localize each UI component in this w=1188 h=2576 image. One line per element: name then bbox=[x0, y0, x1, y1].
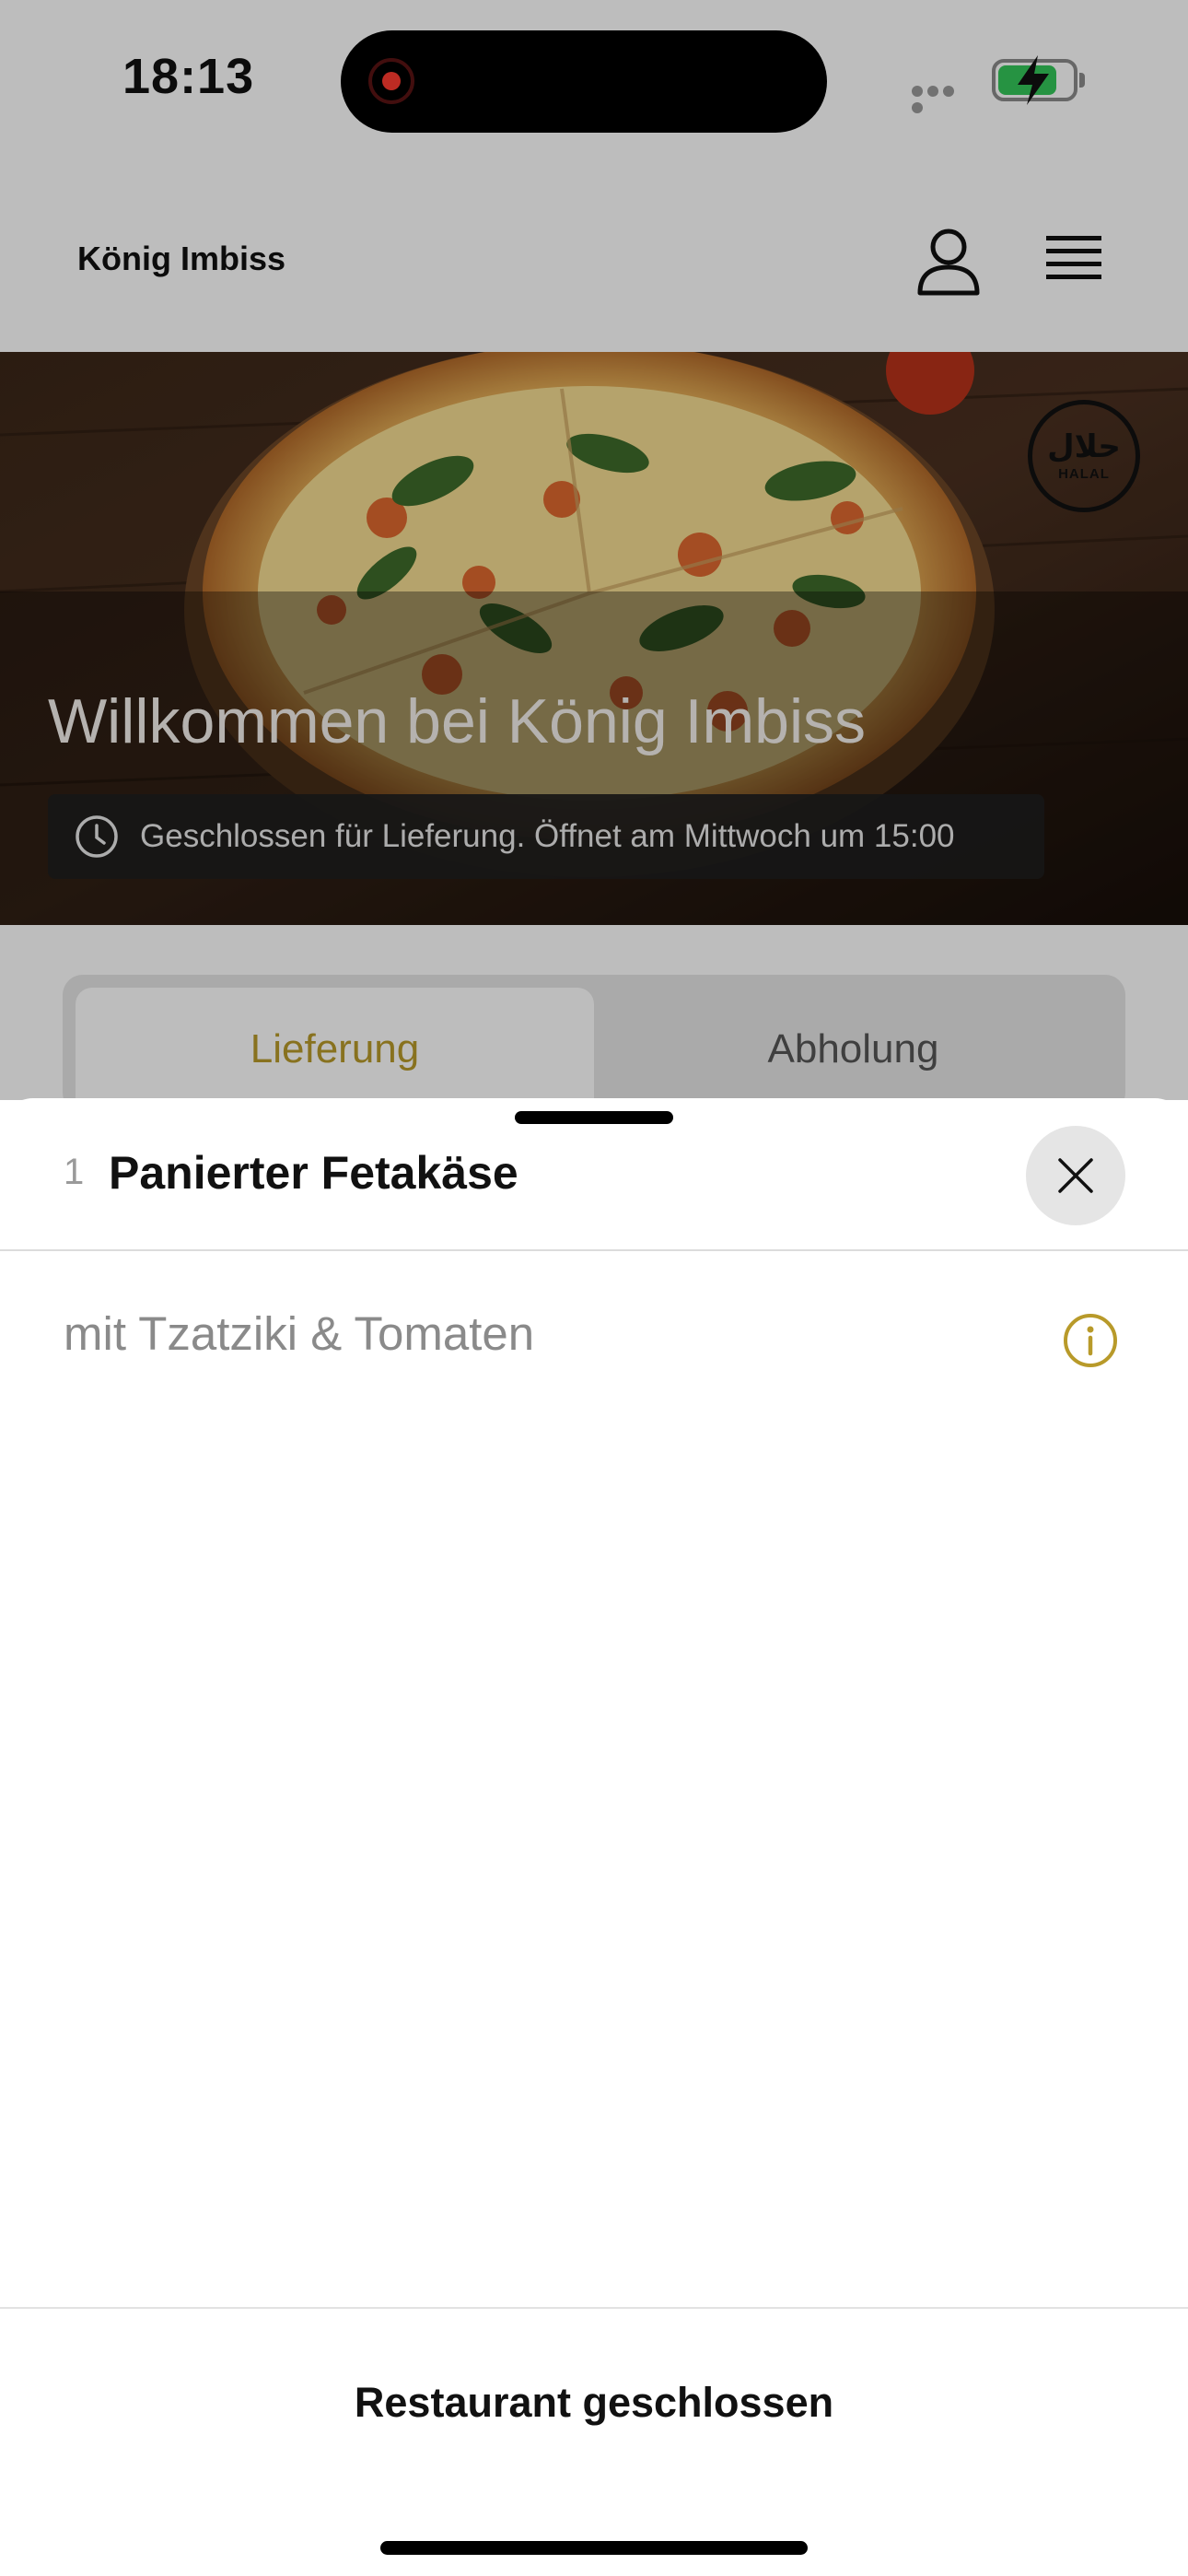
product-description: mit Tzatziki & Tomaten bbox=[64, 1307, 535, 1360]
info-icon[interactable] bbox=[1062, 1312, 1119, 1369]
close-icon bbox=[1058, 1158, 1093, 1193]
item-number: 1 bbox=[64, 1152, 85, 1192]
product-title: Panierter Fetakäse bbox=[109, 1147, 518, 1199]
close-button[interactable] bbox=[1026, 1126, 1125, 1225]
sheet-grabber[interactable] bbox=[515, 1111, 673, 1124]
product-sheet: 1 Panierter Fetakäse mit Tzatziki & Toma… bbox=[0, 1098, 1188, 2576]
sheet-divider bbox=[0, 1249, 1188, 1251]
home-indicator[interactable] bbox=[380, 2541, 808, 2555]
footer-divider bbox=[0, 2307, 1188, 2309]
restaurant-closed-label: Restaurant geschlossen bbox=[354, 2379, 834, 2426]
modal-backdrop[interactable] bbox=[0, 0, 1188, 1100]
